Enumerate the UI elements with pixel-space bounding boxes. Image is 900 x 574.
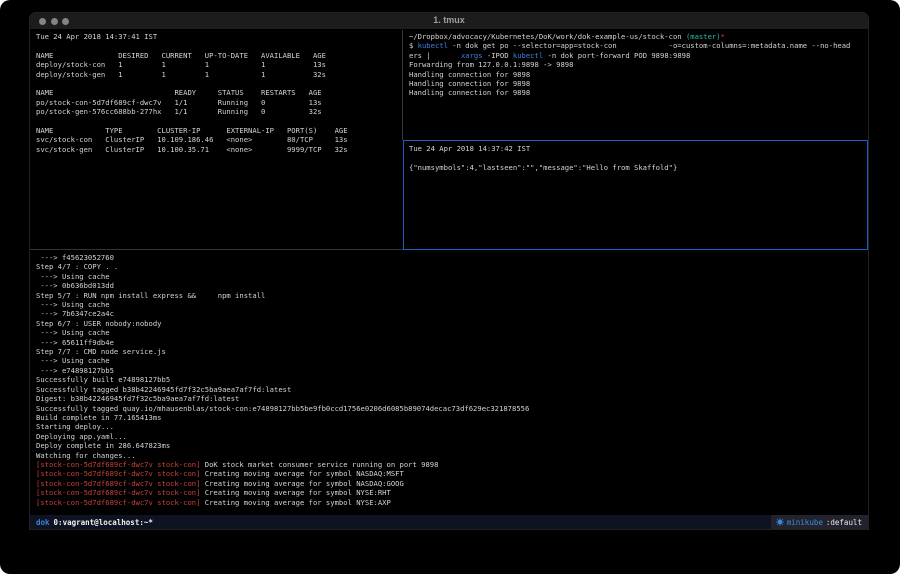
kube-namespace-label: :default (826, 518, 862, 527)
desktop-background: 1. tmux Tue 24 Apr 2018 14:37:41 IST NAM… (0, 0, 900, 574)
tmux-status-bar: dok 0:vagrant@localhost:~* minikube:defa… (30, 515, 868, 529)
pane-skaffold-build-log[interactable]: ---> f45623052760 Step 4/7 : COPY . . --… (30, 250, 868, 515)
kube-context-label: minikube (787, 518, 823, 527)
tmux-session-name[interactable]: dok (30, 518, 54, 527)
tmux-status-right: minikube:default (771, 515, 868, 529)
tmux-window-item[interactable]: 0:vagrant@localhost:~* (54, 518, 159, 527)
pane-divider-vertical[interactable] (402, 30, 403, 140)
pane-kubectl-watch-output[interactable]: Tue 24 Apr 2018 14:37:41 IST NAME DESIRE… (30, 30, 402, 249)
window-title: 1. tmux (30, 15, 868, 25)
pane-curl-output-active[interactable]: Tue 24 Apr 2018 14:37:42 IST {"numsymbol… (403, 140, 868, 250)
window-titlebar[interactable]: 1. tmux (30, 13, 868, 30)
kubernetes-helm-icon (776, 518, 784, 526)
pane-port-forward-output[interactable]: ~/Dropbox/advocacy/Kubernetes/DoK/work/d… (404, 30, 868, 140)
terminal-window: 1. tmux Tue 24 Apr 2018 14:37:41 IST NAM… (30, 13, 868, 529)
tmux-content: Tue 24 Apr 2018 14:37:41 IST NAME DESIRE… (30, 30, 868, 515)
